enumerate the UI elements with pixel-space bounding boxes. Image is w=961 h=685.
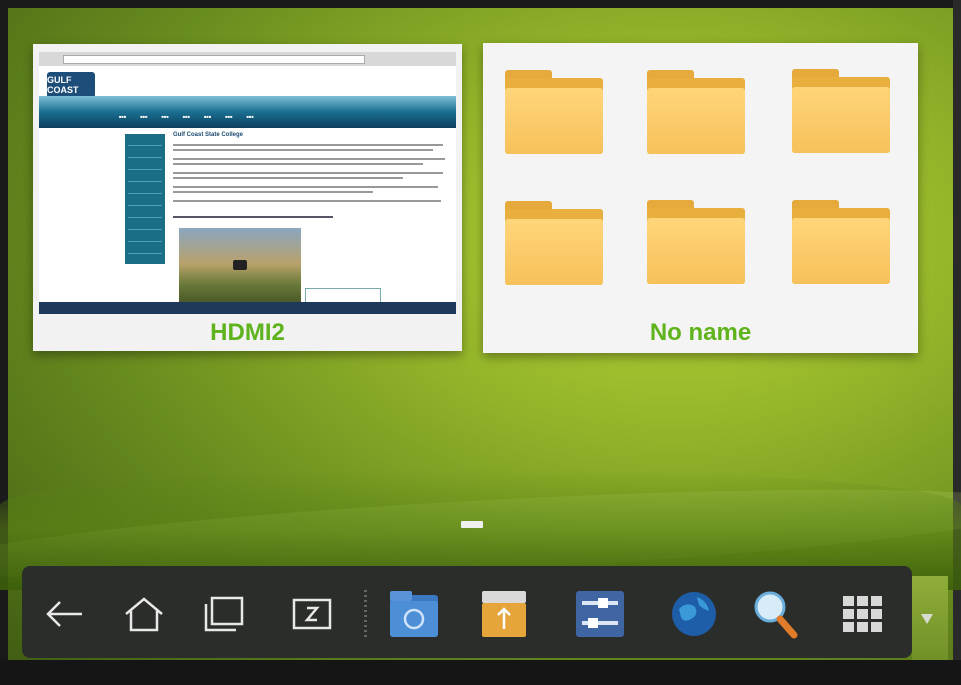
usb-storage-icon[interactable]	[476, 586, 532, 642]
bezel-top	[0, 0, 961, 8]
folder-icon	[505, 201, 603, 285]
text-line	[173, 191, 373, 193]
text-line	[173, 172, 443, 174]
text-line	[173, 149, 433, 151]
windows-taskbar	[39, 302, 456, 314]
play-icon	[233, 260, 247, 270]
address-bar	[63, 55, 365, 64]
site-logo: GULF COAST	[47, 72, 95, 98]
settings-icon[interactable]	[572, 586, 628, 642]
hdmi2-thumbnail: GULF COAST ■■■ ■■■ ■■■ ■■■ ■■■ ■■■ ■■■ Gulf Co…	[39, 52, 456, 314]
site-sidebar	[125, 134, 165, 264]
back-icon[interactable]	[36, 586, 92, 642]
text-line	[173, 144, 443, 146]
home-icon[interactable]	[116, 586, 172, 642]
folder-icon	[647, 200, 745, 284]
recent-apps-icon[interactable]	[196, 586, 252, 642]
recent-card-label: HDMI2	[210, 319, 285, 346]
screenshot-icon[interactable]	[284, 586, 340, 642]
file-manager-icon[interactable]	[386, 586, 442, 642]
recent-card-hdmi2[interactable]: GULF COAST ■■■ ■■■ ■■■ ■■■ ■■■ ■■■ ■■■ Gulf Co…	[33, 44, 462, 351]
folder-icon	[505, 70, 603, 154]
text-line	[173, 163, 423, 165]
browser-globe-icon[interactable]	[666, 586, 722, 642]
recent-card-label: No name	[649, 319, 752, 346]
chevron-down-icon[interactable]	[921, 614, 933, 624]
bezel-bottom	[0, 660, 961, 685]
recent-apps-handle[interactable]	[461, 521, 483, 528]
app-grid-icon[interactable]	[835, 586, 891, 642]
text-line	[173, 158, 445, 160]
text-line	[173, 177, 403, 179]
folder-icon	[792, 200, 890, 284]
site-nav: ■■■ ■■■ ■■■ ■■■ ■■■ ■■■ ■■■	[119, 114, 254, 119]
recent-card-no-name[interactable]: No name	[483, 43, 918, 353]
text-line	[173, 216, 333, 218]
video-player	[179, 228, 301, 308]
browser-toolbar	[39, 52, 456, 67]
search-icon[interactable]	[748, 586, 804, 642]
text-line	[173, 200, 441, 202]
dock-separator	[364, 590, 367, 638]
dock-bar	[22, 566, 912, 658]
site-page-heading: Gulf Coast State College	[173, 132, 244, 138]
text-line	[173, 186, 438, 188]
dock-expand-tab[interactable]	[912, 576, 948, 672]
folder-icon	[647, 70, 745, 154]
folder-icon	[792, 69, 890, 153]
